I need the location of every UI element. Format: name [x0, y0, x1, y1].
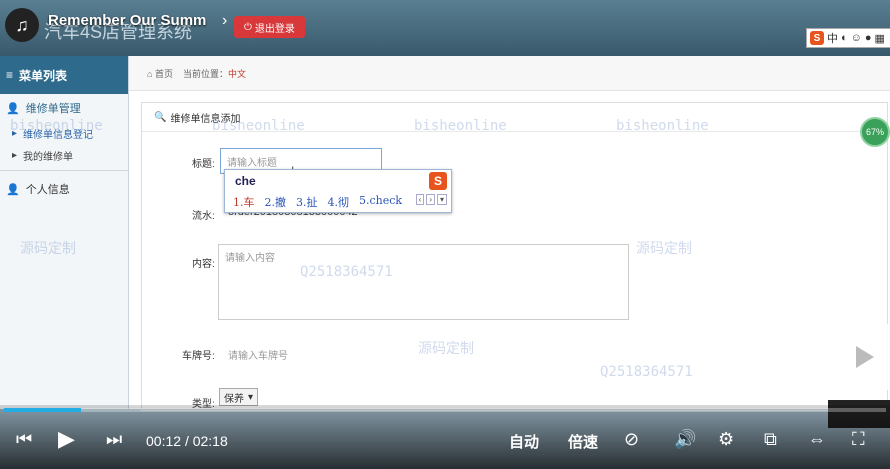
- progress-ring[interactable]: 67%: [860, 117, 890, 147]
- mic-icon[interactable]: ●: [865, 32, 872, 44]
- divider: [0, 170, 128, 171]
- sidebar-group-profile[interactable]: 👤 个人信息: [0, 175, 128, 203]
- logout-button[interactable]: ⏻ 退出登录: [234, 16, 305, 38]
- next-page-icon[interactable]: ›: [426, 194, 435, 205]
- logout-label: 退出登录: [254, 23, 295, 35]
- search-icon: 🔍: [154, 111, 167, 123]
- bullet-icon: ▸: [12, 127, 18, 139]
- content-textarea[interactable]: 请输入内容: [218, 244, 629, 320]
- content-label: 内容:: [192, 259, 215, 270]
- ime-pager[interactable]: ‹ › ▾: [415, 194, 447, 205]
- chevron-right-icon[interactable]: ›: [222, 12, 227, 30]
- sidebar: ≡ 菜单列表 👤 维修单管理 ▸ 维修单信息登记 ▸ 我的维修单 👤 个人信息: [0, 56, 129, 409]
- moon-icon[interactable]: ◐: [841, 32, 848, 44]
- gear-icon[interactable]: ⚙: [718, 429, 734, 450]
- next-icon[interactable]: ⏭: [106, 429, 122, 450]
- user-icon: 👤: [6, 102, 20, 115]
- expand-icon[interactable]: ▾: [436, 194, 447, 205]
- progress-bar[interactable]: [4, 408, 886, 412]
- progress-fill: [4, 408, 81, 412]
- previous-icon[interactable]: ⏮: [16, 429, 32, 450]
- ime-mode-label[interactable]: 中: [827, 30, 838, 46]
- plate-input[interactable]: 请输入车牌号: [228, 347, 288, 362]
- top-header: 汽车4S店管理系统 ♫ Remember Our Summ › ⏻ 退出登录 S…: [0, 0, 890, 56]
- time-display: 00:12 / 02:18: [146, 433, 228, 449]
- ime-candidate[interactable]: 3.扯: [296, 194, 318, 210]
- sogou-logo-icon: S: [810, 31, 824, 45]
- keyboard-icon[interactable]: ▦: [875, 32, 885, 45]
- user-icon: 👤: [6, 183, 20, 196]
- sidebar-item-repair-register[interactable]: ▸ 维修单信息登记: [0, 122, 128, 144]
- serial-label: 流水:: [192, 211, 215, 222]
- widescreen-icon[interactable]: ⇔: [808, 429, 826, 450]
- floating-play-button[interactable]: [836, 324, 890, 390]
- prev-page-icon[interactable]: ‹: [415, 194, 425, 205]
- power-icon: ⏻: [244, 21, 252, 33]
- ime-candidate[interactable]: 4.彻: [328, 194, 350, 210]
- sidebar-item-my-repairs[interactable]: ▸ 我的维修单: [0, 144, 128, 166]
- home-link[interactable]: ⌂ 首页: [147, 67, 173, 80]
- ime-toolbar[interactable]: S 中 ◐ ☺ ● ▦: [806, 28, 890, 48]
- sidebar-header: ≡ 菜单列表: [0, 56, 128, 94]
- video-title: Remember Our Summ: [48, 12, 207, 29]
- sidebar-group-label: 个人信息: [25, 184, 70, 196]
- ime-candidates: 1.车 2.撤 3.扯 4.彻 5.check: [233, 194, 402, 210]
- ime-candidate[interactable]: 5.check: [359, 194, 402, 210]
- bullet-icon: ▸: [12, 149, 18, 161]
- sidebar-group-repair[interactable]: 👤 维修单管理: [0, 94, 128, 122]
- speed-button[interactable]: 倍速: [568, 431, 598, 452]
- breadcrumb: ⌂ 首页 当前位置：中文: [129, 56, 890, 91]
- play-icon[interactable]: ▶: [58, 426, 75, 452]
- panel-title: 🔍 维修单信息添加: [142, 103, 887, 132]
- sidebar-group-label: 维修单管理: [25, 103, 81, 115]
- smile-icon[interactable]: ☺: [851, 32, 862, 44]
- music-note-icon[interactable]: ♫: [5, 8, 39, 42]
- ime-composition: che: [235, 174, 256, 188]
- menu-icon: ≡: [6, 68, 14, 82]
- ime-candidate-popup: che S 1.车 2.撤 3.扯 4.彻 5.check ‹ › ▾: [224, 169, 452, 213]
- sidebar-heading: 菜单列表: [19, 68, 68, 83]
- title-label: 标题:: [192, 159, 215, 170]
- pip-icon[interactable]: ⧉: [764, 429, 777, 450]
- sidebar-item-label: 我的维修单: [23, 151, 74, 163]
- fullscreen-icon[interactable]: ⛶: [852, 429, 865, 450]
- ime-candidate[interactable]: 1.车: [233, 194, 255, 210]
- volume-icon[interactable]: 🔊: [674, 429, 696, 450]
- video-player-bar: ⏮ ▶ ⏭ 00:12 / 02:18 自动 倍速 ⊘ 🔊 ⚙ ⧉ ⇔ ⛶: [0, 405, 890, 469]
- ime-candidate[interactable]: 2.撤: [265, 194, 287, 210]
- auto-quality-button[interactable]: 自动: [509, 431, 539, 452]
- danmaku-off-icon[interactable]: ⊘: [624, 429, 639, 450]
- type-select[interactable]: 保养 ▾: [219, 388, 259, 406]
- sogou-logo-icon: S: [429, 172, 447, 190]
- sidebar-item-label: 维修单信息登记: [23, 129, 94, 141]
- location-text: 当前位置：中文: [182, 68, 246, 79]
- plate-label: 车牌号:: [182, 351, 215, 362]
- caret-down-icon: ▾: [248, 391, 254, 403]
